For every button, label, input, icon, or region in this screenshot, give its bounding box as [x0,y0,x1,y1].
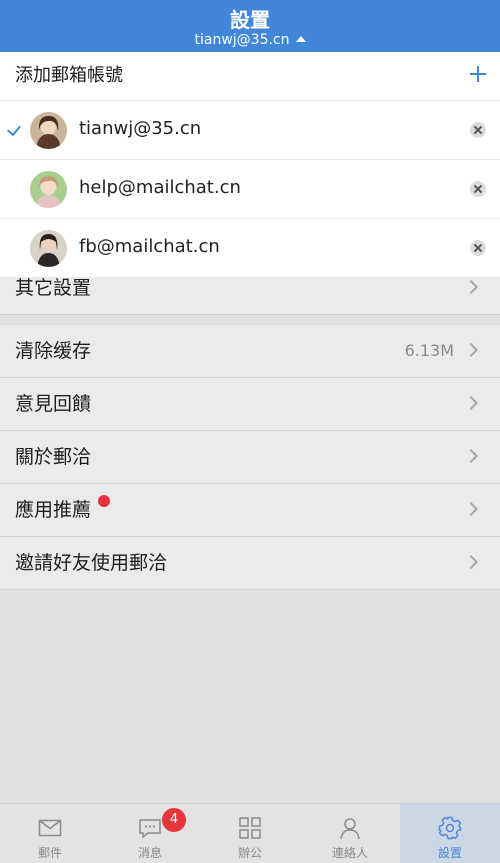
account-switcher[interactable]: tianwj@35.cn [0,32,500,48]
plus-icon[interactable] [470,66,486,82]
settings-row-label: 清除缓存 [15,340,92,362]
close-icon[interactable] [470,122,486,138]
tab-bar: 郵件 消息 辦公 連絡人 設置 [0,803,500,863]
checkmark-icon [7,121,21,137]
settings-row-clear-cache[interactable]: 清除缓存 6.13M [0,325,500,378]
tab-label: 設置 [437,846,462,860]
tab-contacts[interactable]: 連絡人 [300,804,400,863]
new-indicator-dot [98,495,110,507]
chevron-right-icon [463,279,479,295]
chevron-right-icon [463,554,479,570]
caret-up-icon [295,36,306,42]
person-icon [340,818,360,840]
settings-row-label: 應用推薦 [15,499,92,521]
avatar [30,171,67,208]
unread-badge: 4 [162,808,186,832]
settings-row-apps[interactable]: 應用推薦 [0,484,500,537]
tab-label: 郵件 [37,846,62,860]
settings-row-invite[interactable]: 邀請好友使用郵洽 [0,537,500,590]
close-icon[interactable] [470,240,486,256]
chat-icon [139,819,161,839]
settings-row-label: 邀請好友使用郵洽 [15,552,168,574]
account-row[interactable]: fb@mailchat.cn [0,219,500,278]
chevron-right-icon [463,501,479,517]
tab-label: 連絡人 [331,846,368,860]
avatar [30,112,67,149]
settings-row-label: 其它設置 [15,277,92,299]
current-account: tianwj@35.cn [194,32,290,48]
account-dropdown: 添加郵箱帳號 tianwj@35.cn help@mailchat.cn fb@… [0,52,500,278]
settings-row-about[interactable]: 關於郵洽 [0,431,500,484]
settings-row-label: 意見回饋 [15,393,92,415]
tab-label: 辦公 [237,846,262,860]
account-email: fb@mailchat.cn [79,236,220,257]
tab-settings[interactable]: 設置 [400,804,500,863]
page-title: 設置 [230,8,270,32]
tab-office[interactable]: 辦公 [200,804,300,863]
gear-icon [438,816,462,840]
grid-icon [239,817,261,839]
add-account-label: 添加郵箱帳號 [15,65,123,86]
app-header: 設置 tianwj@35.cn [0,0,500,52]
settings-row-feedback[interactable]: 意見回饋 [0,378,500,431]
account-email: help@mailchat.cn [79,177,241,198]
close-icon[interactable] [470,181,486,197]
mail-icon [38,819,62,837]
add-account-row[interactable]: 添加郵箱帳號 [0,52,500,101]
tab-label: 消息 [137,846,162,860]
avatar [30,230,67,267]
account-row[interactable]: help@mailchat.cn [0,160,500,219]
settings-row-label: 關於郵洽 [15,446,92,468]
account-email: tianwj@35.cn [79,118,202,139]
chevron-right-icon [463,395,479,411]
cache-size: 6.13M [404,341,454,360]
chevron-right-icon [463,448,479,464]
tab-messages[interactable]: 消息 [100,804,200,863]
chevron-right-icon [463,342,479,358]
tab-mail[interactable]: 郵件 [0,804,100,863]
account-row[interactable]: tianwj@35.cn [0,101,500,160]
